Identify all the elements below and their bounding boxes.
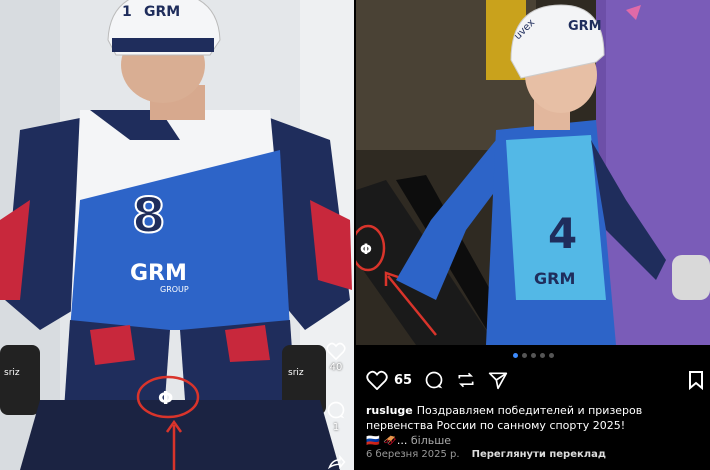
carousel-dot[interactable]: [530, 353, 536, 358]
post-caption: rusluge Поздравляем победителей и призеро…: [366, 403, 706, 448]
comment-icon[interactable]: [424, 370, 444, 390]
share-arrow-icon[interactable]: [328, 455, 346, 469]
left-post-image: 1 GRM 8 GRM GROUP sriz sriz Φ 40 1: [0, 0, 354, 470]
carousel-dot[interactable]: [521, 353, 527, 358]
send-icon[interactable]: [488, 370, 508, 390]
caption-username[interactable]: rusluge: [366, 404, 413, 417]
like-count: 65: [394, 372, 413, 388]
comment-icon[interactable]: [326, 400, 346, 420]
right-sled-logo-text: Φ: [360, 242, 372, 258]
translate-link[interactable]: Переглянути переклад: [472, 449, 606, 460]
caption-more-link[interactable]: більше: [411, 434, 451, 447]
left-like-count: 40: [329, 362, 343, 373]
bookmark-icon[interactable]: [688, 370, 704, 391]
right-bib-sponsor-text: GRM: [534, 269, 575, 288]
right-helmet-brand-text: GRM: [568, 19, 602, 34]
athlete-photo-left: 1 GRM 8 GRM GROUP sriz sriz Φ: [0, 0, 354, 470]
glove-right-text: sriz: [288, 368, 304, 378]
right-bib-number-text: 4: [548, 209, 577, 258]
carousel-dot[interactable]: [539, 353, 545, 358]
bib-sponsor-text: GRM: [130, 261, 187, 286]
bib-number-text: 8: [132, 188, 165, 244]
left-share-action[interactable]: [328, 455, 346, 469]
post-meta: 6 березня 2025 р. Переглянути переклад: [366, 449, 606, 460]
like-heart-icon[interactable]: [366, 370, 388, 390]
heart-icon[interactable]: [326, 342, 346, 360]
athlete-photo-right[interactable]: uvex GRM 4 GRM Φ: [356, 0, 710, 345]
glove-left-text: sriz: [4, 368, 20, 378]
carousel-indicator: [356, 353, 710, 358]
sled-logo-text: Φ: [158, 388, 173, 409]
post-action-bar: 65: [366, 370, 508, 390]
post-date: 6 березня 2025 р.: [366, 449, 460, 460]
carousel-dot[interactable]: [548, 353, 554, 358]
bib-sponsor-sub-text: GROUP: [160, 285, 189, 294]
helmet-number-text: 1: [122, 4, 132, 20]
left-like-action[interactable]: 40: [326, 342, 346, 373]
carousel-dot[interactable]: [512, 353, 518, 358]
left-comment-action[interactable]: 1: [326, 400, 346, 433]
right-post: uvex GRM 4 GRM Φ 65 rusluge Поздравляем п…: [356, 0, 710, 470]
caption-emoji-line: 🇷🇺 🛷...: [366, 434, 411, 447]
save-bookmark[interactable]: [688, 370, 704, 394]
repost-icon[interactable]: [456, 370, 476, 390]
helmet-brand-text: GRM: [144, 4, 180, 20]
left-comment-count: 1: [332, 422, 340, 433]
